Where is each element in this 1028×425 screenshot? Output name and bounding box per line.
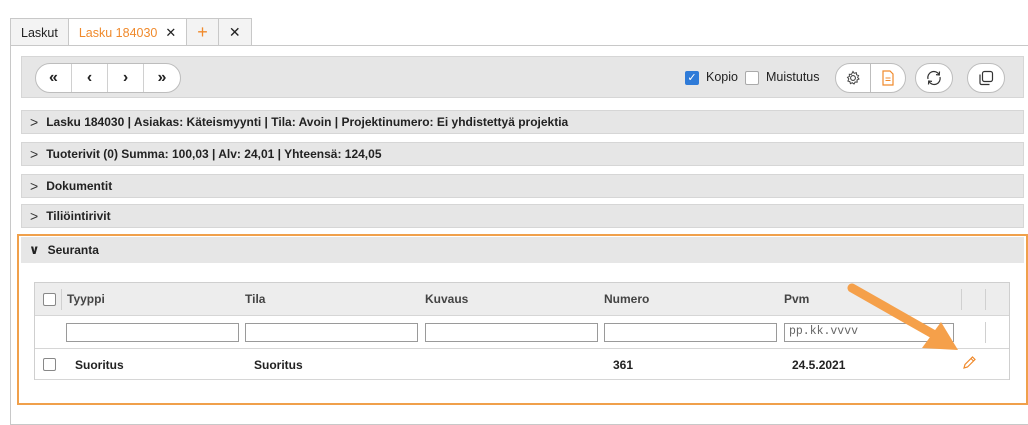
section-seuranta[interactable]: ∨ Seuranta (21, 237, 1024, 263)
cell-tila: Suoritus (254, 358, 303, 372)
section-lasku-header[interactable]: > Lasku 184030 | Asiakas: Käteismyynti |… (21, 110, 1024, 134)
document-button[interactable] (870, 63, 906, 93)
record-navigation: « ‹ › » (35, 63, 181, 93)
close-tab-icon[interactable]: ✕ (165, 25, 176, 41)
close-all-button[interactable]: ✕ (217, 18, 252, 46)
refresh-icon (927, 70, 941, 86)
first-record-button[interactable]: « (36, 64, 72, 92)
muistutus-label: Muistutus (766, 70, 820, 84)
add-tab-button[interactable]: + (186, 18, 219, 46)
settings-button[interactable] (835, 63, 871, 93)
gear-icon (846, 70, 860, 85)
column-numero[interactable]: Numero (604, 283, 649, 316)
last-record-button[interactable]: » (144, 64, 180, 92)
muistutus-checkbox[interactable] (745, 71, 759, 85)
section-tuoterivit[interactable]: > Tuoterivit (0) Summa: 100,03 | Alv: 24… (21, 142, 1024, 166)
chevron-right-icon: > (30, 208, 39, 224)
refresh-button[interactable] (915, 63, 953, 93)
tab-lasku-184030[interactable]: Lasku 184030 ✕ (67, 18, 188, 46)
document-icon (882, 70, 894, 86)
copy-icon (979, 70, 994, 86)
section-dokumentit[interactable]: > Dokumentit (21, 174, 1024, 198)
kopio-checkbox[interactable]: ✓ (685, 71, 699, 85)
filter-kuvaus-input[interactable] (425, 323, 598, 342)
row-checkbox[interactable] (43, 358, 56, 371)
chevron-right-icon: > (30, 114, 39, 130)
select-all-checkbox[interactable] (43, 293, 56, 306)
kopio-label: Kopio (706, 70, 738, 84)
column-tila[interactable]: Tila (245, 283, 265, 316)
chevron-right-icon: > (30, 178, 39, 194)
chevron-right-icon: > (30, 146, 39, 162)
cell-pvm: 24.5.2021 (792, 358, 846, 372)
cell-tyyppi: Suoritus (75, 358, 124, 372)
copy-button[interactable] (967, 63, 1005, 93)
column-kuvaus[interactable]: Kuvaus (425, 283, 468, 316)
filter-tyyppi-input[interactable] (66, 323, 239, 342)
section-tilointirivit[interactable]: > Tiliöintirivit (21, 204, 1024, 228)
tab-bar: Laskut Lasku 184030 ✕ + ✕ (10, 18, 252, 46)
cell-numero: 361 (613, 358, 634, 372)
tab-laskut[interactable]: Laskut (10, 18, 69, 46)
filter-numero-input[interactable] (604, 323, 777, 342)
chevron-down-icon: ∨ (29, 242, 40, 257)
annotation-arrow-icon (847, 283, 958, 350)
previous-record-button[interactable]: ‹ (72, 64, 108, 92)
next-record-button[interactable]: › (108, 64, 144, 92)
column-pvm[interactable]: Pvm (784, 283, 809, 316)
toolbar: « ‹ › » ✓ Kopio Muistutus (21, 56, 1024, 98)
filter-tila-input[interactable] (245, 323, 418, 342)
column-tyyppi[interactable]: Tyyppi (67, 283, 105, 316)
